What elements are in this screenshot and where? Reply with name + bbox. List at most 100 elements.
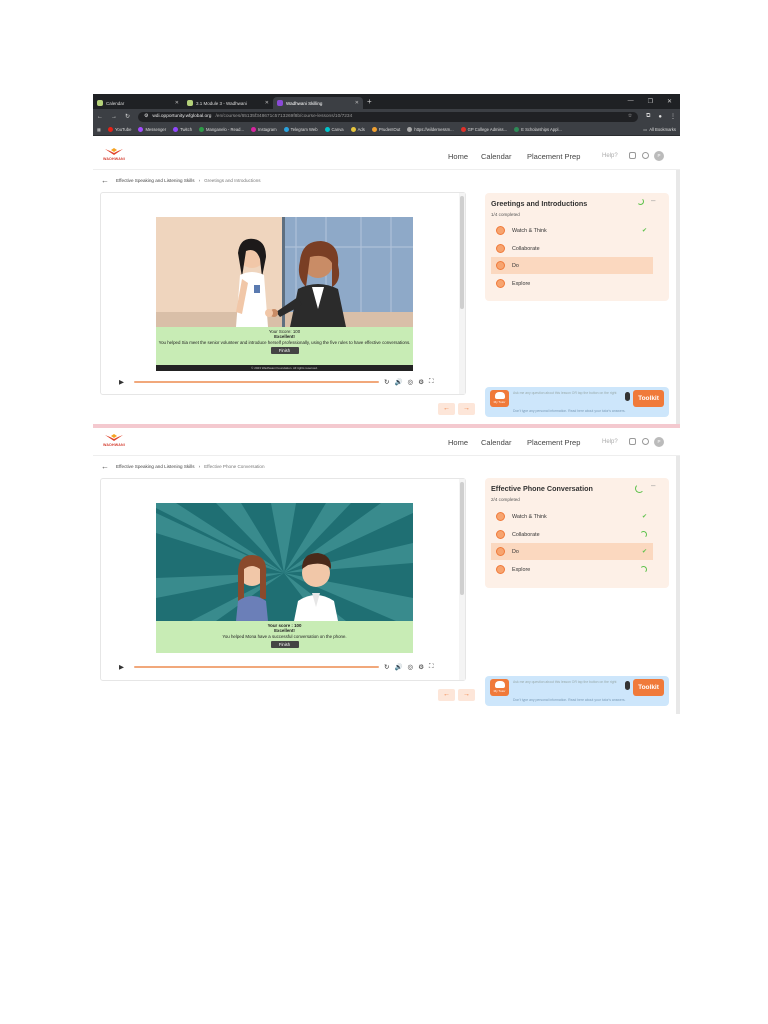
bookmark-scholarships[interactable]: E Scholarships Appl...: [514, 127, 562, 132]
bookmark-twitch[interactable]: Twitch: [173, 127, 192, 132]
bookmark-youtube[interactable]: YouTube: [107, 127, 131, 132]
back-arrow-icon[interactable]: ←: [101, 176, 109, 185]
page-scrollbar[interactable]: [676, 170, 680, 424]
bookmark-prudentout[interactable]: PrudentOut: [371, 127, 400, 132]
volume-icon[interactable]: 🔊: [394, 663, 402, 671]
step-collaborate[interactable]: Collaborate: [491, 526, 653, 543]
next-button[interactable]: →: [458, 689, 475, 701]
my-tutor-button[interactable]: My Tutor: [490, 679, 509, 696]
scroll-thumb[interactable]: [460, 196, 464, 309]
finish-button[interactable]: Finish: [270, 641, 299, 649]
restore-icon[interactable]: ❐: [648, 98, 653, 105]
reload-icon[interactable]: ↻: [125, 113, 130, 120]
avatar[interactable]: P: [654, 151, 664, 161]
speed-icon[interactable]: ◎: [408, 378, 414, 386]
bookmark-canva[interactable]: Canva: [324, 127, 344, 132]
site-info-icon[interactable]: ⚙: [144, 114, 148, 119]
bookmark-all[interactable]: ▭ All Bookmarks: [643, 127, 676, 132]
play-icon[interactable]: ▶: [119, 378, 124, 386]
bookmark-manganelo[interactable]: Manganelo - Read...: [199, 127, 244, 132]
nav-placement-prep[interactable]: Placement Prep: [527, 152, 580, 161]
settings-gear-icon[interactable]: ⚙: [418, 663, 424, 671]
volume-icon[interactable]: 🔊: [394, 378, 402, 386]
back-arrow-icon[interactable]: ←: [101, 462, 109, 471]
browser-tab-module[interactable]: 3.1 Module 3 - Wadhwani ✕: [183, 97, 273, 109]
forward-arrow-icon[interactable]: →: [111, 114, 117, 120]
profile-icon[interactable]: ●: [658, 114, 662, 120]
apps-grid-icon[interactable]: ▦: [97, 127, 101, 132]
tutor-input[interactable]: Ask me any question about this lesson OR…: [513, 391, 623, 395]
close-icon[interactable]: ✕: [175, 100, 179, 106]
extensions-icon[interactable]: ⧉: [646, 113, 650, 120]
close-icon[interactable]: ✕: [265, 100, 269, 106]
breadcrumb-parent[interactable]: Effective Speaking and Listening Skills: [116, 178, 195, 183]
chat-icon[interactable]: [629, 152, 636, 159]
step-do[interactable]: Do ✔: [491, 543, 653, 560]
step-collaborate[interactable]: Collaborate: [491, 240, 653, 257]
nav-placement-prep[interactable]: Placement Prep: [527, 438, 580, 447]
back-arrow-icon[interactable]: ←: [97, 114, 103, 120]
nav-calendar[interactable]: Calendar: [481, 438, 511, 447]
browser-tab-calendar[interactable]: Calendar ✕: [93, 97, 183, 109]
collapse-icon[interactable]: –: [651, 196, 655, 205]
replay-icon[interactable]: ↻: [384, 378, 389, 386]
minimize-icon[interactable]: —: [628, 98, 634, 105]
step-do[interactable]: Do: [491, 257, 653, 274]
new-tab-icon[interactable]: +: [367, 97, 372, 106]
toolkit-button[interactable]: Toolkit: [633, 679, 664, 696]
bookmark-ads[interactable]: Ads: [350, 127, 365, 132]
microphone-icon[interactable]: [625, 392, 630, 401]
bookmark-telegram[interactable]: Telegram Web: [283, 127, 318, 132]
nav-home[interactable]: Home: [448, 438, 468, 447]
menu-icon[interactable]: ⋮: [670, 113, 676, 120]
bookmark-messenger[interactable]: Messenger: [138, 127, 166, 132]
video-frame[interactable]: Your score : 100 Excellent! You helped M…: [156, 503, 413, 653]
progress-bar[interactable]: [134, 666, 379, 668]
star-icon[interactable]: ☆: [628, 114, 632, 119]
bookmark-gp-college[interactable]: GP College Admiss...: [460, 127, 507, 132]
video-scrollbar[interactable]: [459, 193, 465, 394]
my-tutor-button[interactable]: My Tutor: [490, 390, 509, 407]
fullscreen-icon[interactable]: ⛶: [429, 378, 434, 386]
nav-calendar[interactable]: Calendar: [481, 152, 511, 161]
refresh-icon[interactable]: [642, 438, 649, 445]
help-link[interactable]: Help?: [602, 153, 618, 159]
speed-icon[interactable]: ◎: [408, 663, 414, 671]
collapse-icon[interactable]: –: [651, 481, 655, 490]
bookmark-instagram[interactable]: Instagram: [250, 127, 277, 132]
step-explore[interactable]: Explore: [491, 561, 653, 578]
fullscreen-icon[interactable]: ⛶: [429, 663, 434, 671]
chat-icon[interactable]: [629, 438, 636, 445]
nav-home[interactable]: Home: [448, 152, 468, 161]
video-scrollbar[interactable]: [459, 479, 465, 680]
close-icon[interactable]: ✕: [355, 100, 359, 106]
previous-button[interactable]: ←: [438, 403, 455, 415]
avatar[interactable]: P: [654, 437, 664, 447]
wadhwani-logo[interactable]: WADHWANI: [99, 434, 129, 450]
finish-button[interactable]: Finish: [270, 347, 299, 355]
page-scrollbar[interactable]: [676, 456, 680, 714]
tutor-label: My Tutor: [493, 400, 506, 404]
tutor-input[interactable]: Ask me any question about this lesson OR…: [513, 680, 623, 684]
scroll-thumb[interactable]: [460, 482, 464, 595]
breadcrumb-parent[interactable]: Effective Speaking and Listening Skills: [116, 464, 195, 469]
play-icon[interactable]: ▶: [119, 663, 124, 671]
progress-bar[interactable]: [134, 381, 379, 383]
step-watch-think[interactable]: Watch & Think ✔: [491, 508, 653, 525]
video-frame[interactable]: Your Score: 100 Excellent! You helped Si…: [156, 217, 413, 371]
replay-icon[interactable]: ↻: [384, 663, 389, 671]
wadhwani-logo[interactable]: WADHWANI: [99, 148, 129, 164]
next-button[interactable]: →: [458, 403, 475, 415]
address-bar[interactable]: ⚙ wdi.opportunity.wfglobal.org/en/course…: [138, 111, 639, 122]
help-link[interactable]: Help?: [602, 439, 618, 445]
browser-tab-wadhwani[interactable]: Wadhwani Skilling ✕: [273, 97, 363, 109]
bookmark-wilderness[interactable]: https://wildernessm...: [407, 127, 454, 132]
refresh-icon[interactable]: [642, 152, 649, 159]
microphone-icon[interactable]: [625, 681, 630, 690]
settings-gear-icon[interactable]: ⚙: [418, 378, 424, 386]
step-watch-think[interactable]: Watch & Think ✔: [491, 222, 653, 239]
toolkit-button[interactable]: Toolkit: [633, 390, 664, 407]
close-window-icon[interactable]: ✕: [667, 98, 672, 105]
step-explore[interactable]: Explore: [491, 275, 653, 292]
previous-button[interactable]: ←: [438, 689, 455, 701]
